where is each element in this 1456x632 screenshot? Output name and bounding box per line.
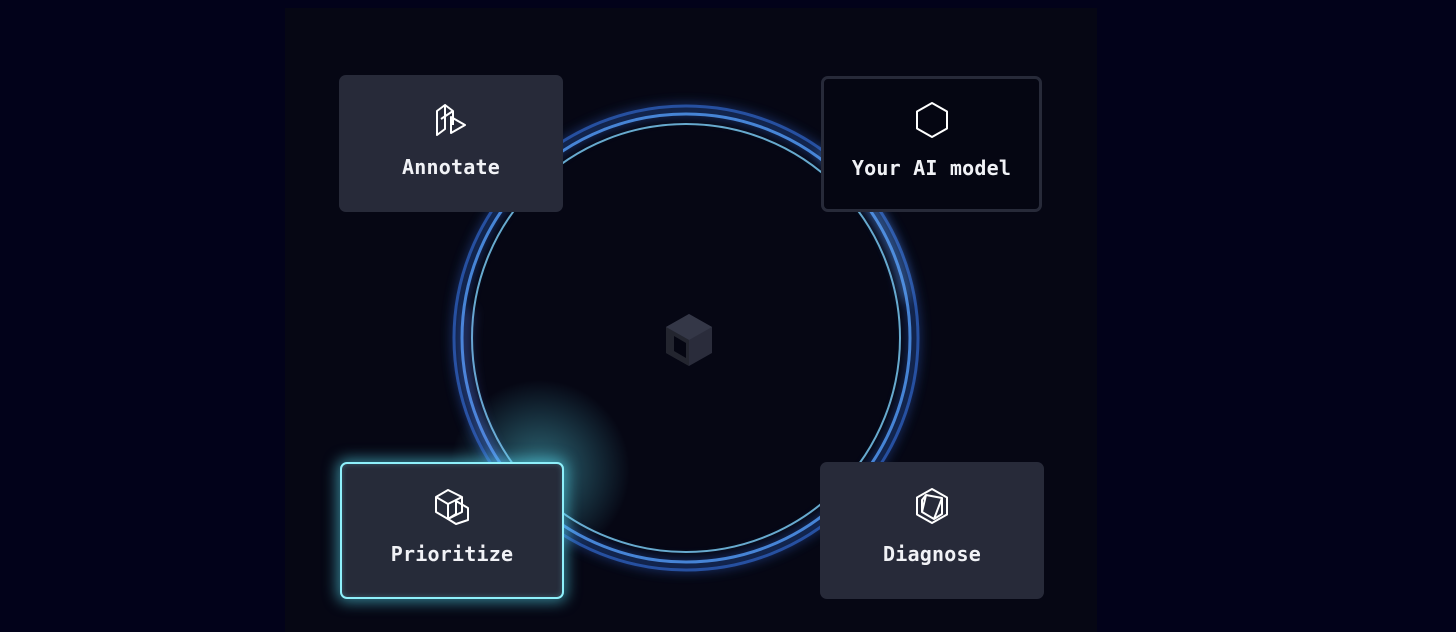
annotate-icon — [436, 104, 466, 136]
diagram-stage: Annotate Your AI model Prioritize Diagno… — [0, 0, 1456, 632]
cube-logo-icon — [666, 314, 712, 366]
diagnose-icon — [916, 488, 948, 524]
hexagon-icon — [915, 102, 948, 138]
annotate-node[interactable]: Annotate — [339, 75, 563, 212]
ai-model-label: Your AI model — [851, 156, 1012, 180]
prioritize-icon — [435, 489, 469, 525]
prioritize-label: Prioritize — [390, 542, 514, 566]
ai-model-node[interactable]: Your AI model — [821, 76, 1042, 212]
diagnose-node[interactable]: Diagnose — [820, 462, 1044, 599]
diagnose-label: Diagnose — [883, 542, 981, 566]
cycle-ring — [450, 104, 920, 572]
annotate-label: Annotate — [402, 155, 500, 179]
prioritize-node[interactable]: Prioritize — [340, 462, 564, 599]
